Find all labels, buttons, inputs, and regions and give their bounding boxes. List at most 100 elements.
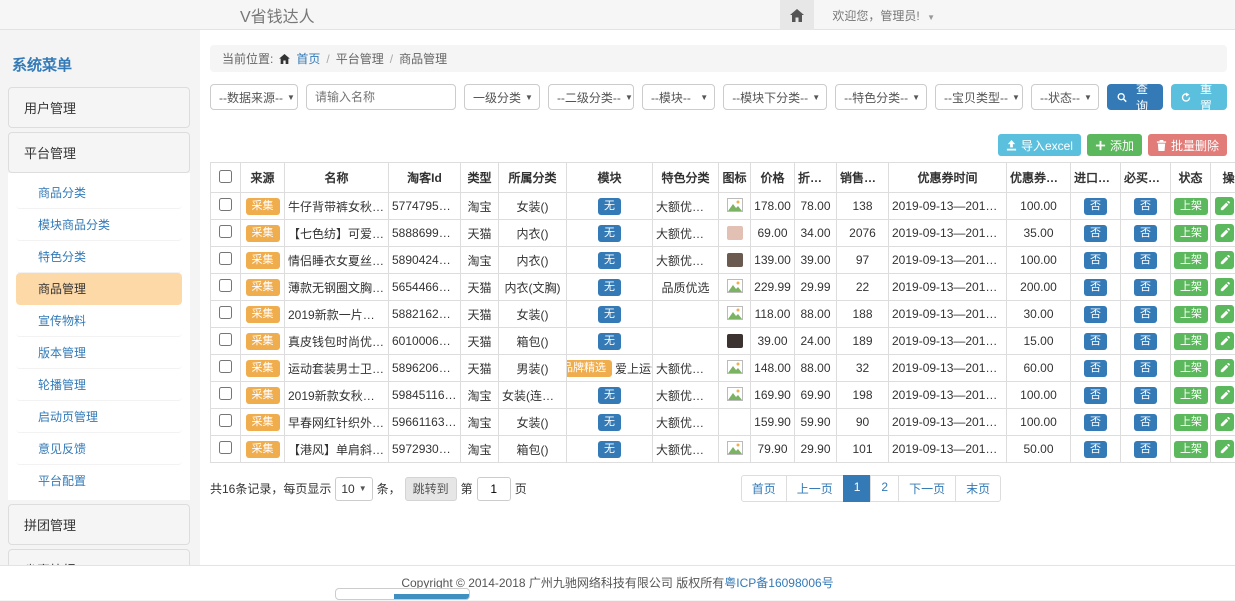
- edit-button[interactable]: [1215, 413, 1234, 431]
- edit-button[interactable]: [1215, 386, 1234, 404]
- sidebar-item[interactable]: 版本管理: [16, 337, 182, 369]
- filter-select[interactable]: --特色分类--▼: [835, 84, 927, 110]
- page-button[interactable]: 2: [870, 475, 899, 502]
- sidebar-panel-3[interactable]: 拼团管理: [8, 504, 190, 545]
- ops-cell: [1211, 274, 1235, 301]
- must-buy-toggle[interactable]: 否: [1134, 279, 1157, 296]
- must-buy-toggle[interactable]: 否: [1134, 198, 1157, 215]
- sidebar-panel-1[interactable]: 用户管理: [8, 87, 190, 128]
- edit-button[interactable]: [1215, 332, 1234, 350]
- jump-button[interactable]: 跳转到: [405, 477, 457, 501]
- row-checkbox[interactable]: [219, 333, 232, 346]
- status-toggle[interactable]: 上架: [1174, 360, 1208, 377]
- sidebar-panel-2[interactable]: 平台管理: [8, 132, 190, 173]
- import-select-toggle[interactable]: 否: [1084, 225, 1107, 242]
- status-toggle[interactable]: 上架: [1174, 198, 1208, 215]
- edit-icon: [1220, 201, 1230, 211]
- user-menu[interactable]: 欢迎您，管理员! ▼: [832, 7, 935, 24]
- edit-button[interactable]: [1215, 440, 1234, 458]
- status-toggle[interactable]: 上架: [1174, 279, 1208, 296]
- edit-button[interactable]: [1215, 305, 1234, 323]
- ops-cell: [1211, 301, 1235, 328]
- status-toggle[interactable]: 上架: [1174, 441, 1208, 458]
- per-page-select[interactable]: 10▼: [335, 477, 372, 501]
- sidebar-item[interactable]: 平台配置: [16, 465, 182, 496]
- import-select-toggle[interactable]: 否: [1084, 333, 1107, 350]
- status-toggle[interactable]: 上架: [1174, 306, 1208, 323]
- edit-button[interactable]: [1215, 197, 1234, 215]
- row-checkbox[interactable]: [219, 225, 232, 238]
- filter-select[interactable]: --二级分类--▼: [548, 84, 634, 110]
- filter-select[interactable]: --数据来源--▼: [210, 84, 298, 110]
- sidebar-item[interactable]: 意见反馈: [16, 433, 182, 465]
- import-select-toggle[interactable]: 否: [1084, 198, 1107, 215]
- status-toggle[interactable]: 上架: [1174, 333, 1208, 350]
- row-checkbox[interactable]: [219, 279, 232, 292]
- import-excel-button[interactable]: 导入excel: [998, 134, 1081, 156]
- filter-select[interactable]: --模块--▼: [642, 84, 715, 110]
- add-button[interactable]: 添加: [1087, 134, 1142, 156]
- sidebar-item[interactable]: 模块商品分类: [16, 209, 182, 241]
- must-buy-toggle[interactable]: 否: [1134, 225, 1157, 242]
- edit-button[interactable]: [1215, 224, 1234, 242]
- must-buy-toggle[interactable]: 否: [1134, 414, 1157, 431]
- import-select-toggle[interactable]: 否: [1084, 387, 1107, 404]
- status-toggle[interactable]: 上架: [1174, 387, 1208, 404]
- edit-button[interactable]: [1215, 278, 1234, 296]
- must-buy-toggle[interactable]: 否: [1134, 387, 1157, 404]
- breadcrumb-home-link[interactable]: 首页: [296, 50, 320, 67]
- sidebar-item[interactable]: 商品管理: [16, 273, 182, 305]
- status-toggle[interactable]: 上架: [1174, 414, 1208, 431]
- sidebar-item[interactable]: 商品分类: [16, 177, 182, 209]
- import-select-toggle[interactable]: 否: [1084, 306, 1107, 323]
- records-summary: 共16条记录，每页显示: [210, 480, 331, 497]
- source-cell: 采集: [241, 355, 285, 382]
- import-select-toggle[interactable]: 否: [1084, 252, 1107, 269]
- import-select-toggle[interactable]: 否: [1084, 414, 1107, 431]
- jump-page-input[interactable]: [477, 477, 511, 501]
- select-all-checkbox[interactable]: [219, 170, 232, 183]
- must-buy-toggle[interactable]: 否: [1134, 360, 1157, 377]
- page-button[interactable]: 下一页: [898, 475, 956, 502]
- icp-link[interactable]: 粤ICP备16098006号: [724, 576, 833, 590]
- search-button[interactable]: 查询: [1107, 84, 1163, 110]
- filter-select[interactable]: --宝贝类型--▼: [935, 84, 1023, 110]
- row-checkbox[interactable]: [219, 414, 232, 427]
- row-checkbox[interactable]: [219, 252, 232, 265]
- name-search-input[interactable]: [306, 84, 456, 110]
- sidebar-panel-4[interactable]: 省惠快报: [8, 549, 190, 565]
- status-toggle[interactable]: 上架: [1174, 252, 1208, 269]
- page-button[interactable]: 1: [843, 475, 872, 502]
- sidebar-item[interactable]: 特色分类: [16, 241, 182, 273]
- must-buy-toggle[interactable]: 否: [1134, 306, 1157, 323]
- row-checkbox[interactable]: [219, 198, 232, 211]
- module-cell: 无: [567, 328, 653, 355]
- filter-select[interactable]: --模块下分类--▼: [723, 84, 827, 110]
- page-button[interactable]: 首页: [741, 475, 787, 502]
- must-buy-toggle[interactable]: 否: [1134, 333, 1157, 350]
- home-icon[interactable]: [780, 0, 814, 30]
- import-select-toggle[interactable]: 否: [1084, 279, 1107, 296]
- row-checkbox[interactable]: [219, 360, 232, 373]
- must-buy-toggle[interactable]: 否: [1134, 441, 1157, 458]
- page-button[interactable]: 末页: [955, 475, 1001, 502]
- reset-button[interactable]: 重置: [1171, 84, 1227, 110]
- row-checkbox[interactable]: [219, 387, 232, 400]
- sidebar-item[interactable]: 启动页管理: [16, 401, 182, 433]
- row-checkbox[interactable]: [219, 441, 232, 454]
- import-select-toggle[interactable]: 否: [1084, 360, 1107, 377]
- edit-button[interactable]: [1215, 251, 1234, 269]
- sidebar-item[interactable]: 宣传物料: [16, 305, 182, 337]
- table-row: 采集早春网红针织外套女春...596611634525淘宝女装()无大额优惠券1…: [211, 409, 1235, 436]
- page-button[interactable]: 上一页: [786, 475, 844, 502]
- status-toggle[interactable]: 上架: [1174, 225, 1208, 242]
- must-buy-toggle[interactable]: 否: [1134, 252, 1157, 269]
- import-select-toggle[interactable]: 否: [1084, 441, 1107, 458]
- sidebar-item[interactable]: 轮播管理: [16, 369, 182, 401]
- batch-delete-button[interactable]: 批量删除: [1148, 134, 1227, 156]
- filter-select[interactable]: --状态--▼: [1031, 84, 1099, 110]
- filter-select[interactable]: 一级分类▼: [464, 84, 540, 110]
- edit-button[interactable]: [1215, 359, 1234, 377]
- row-checkbox[interactable]: [219, 306, 232, 319]
- coupon-time-cell: 2019-09-13—2019-09-17: [889, 382, 1007, 409]
